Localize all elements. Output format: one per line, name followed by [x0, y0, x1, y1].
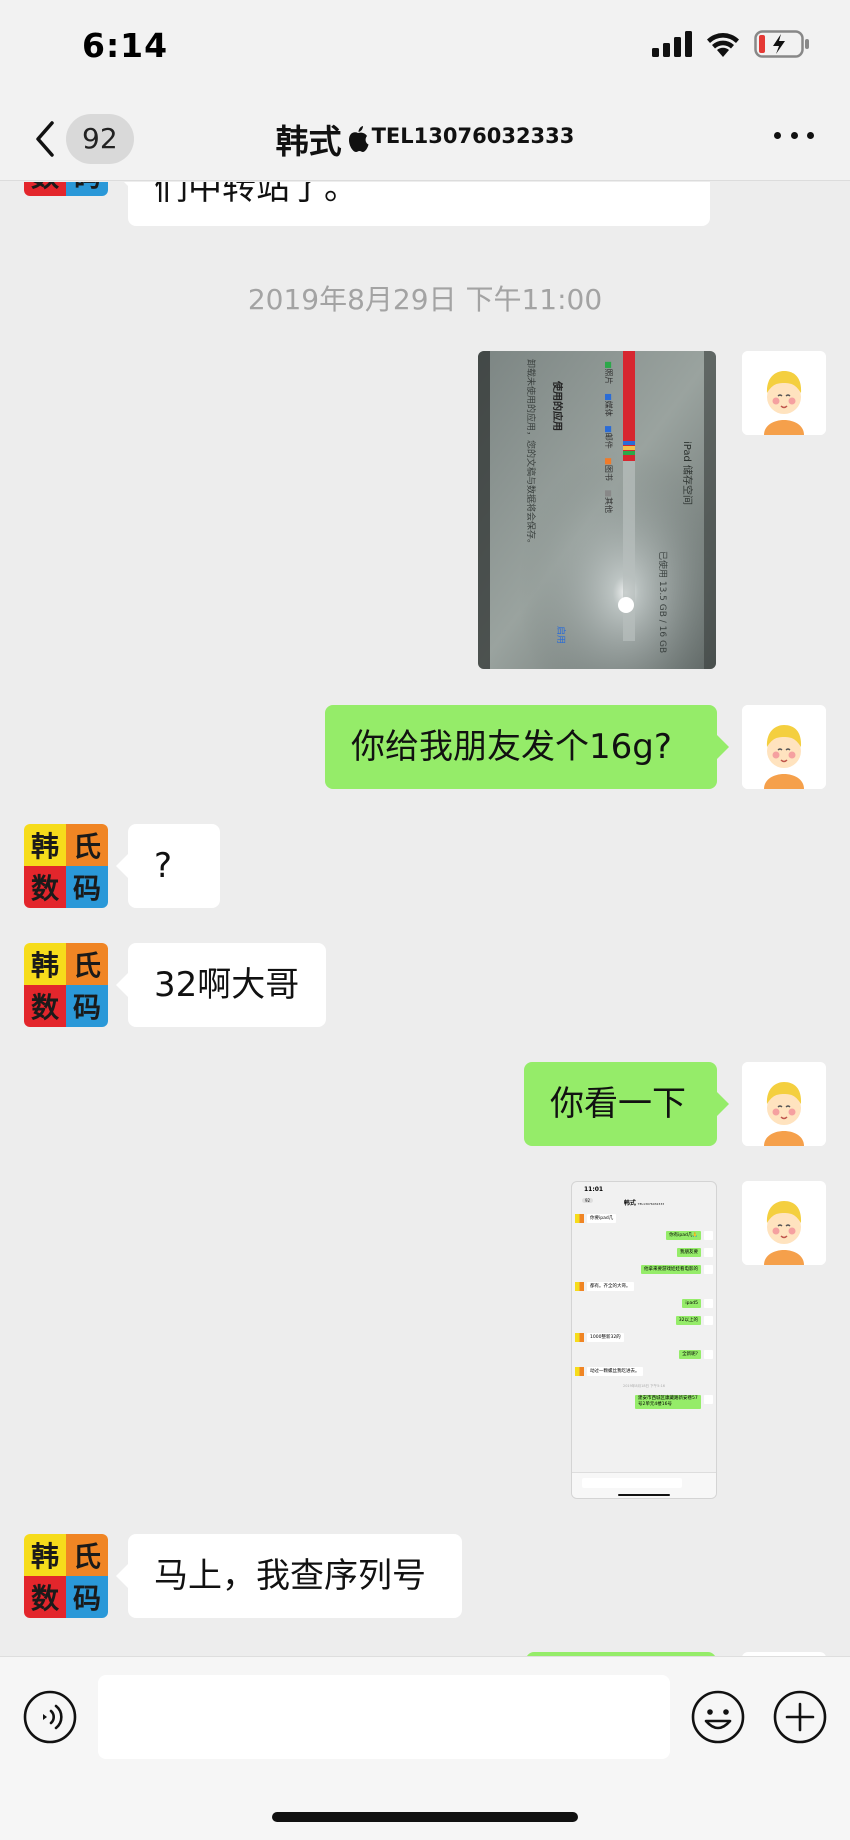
status-icons: [652, 30, 810, 58]
screenshot-row-text: 我朋友要: [677, 1248, 701, 1257]
screenshot-my-avatar: [704, 1350, 713, 1359]
screenshot-tel: TEL13076032333: [637, 1202, 665, 1206]
screenshot-row-text: 1000整新32的: [587, 1333, 624, 1342]
emoji-icon[interactable]: [690, 1689, 746, 1745]
message-text: 32啊大哥: [154, 965, 300, 1005]
photo-text: iPad 储存空间: [681, 441, 694, 505]
message-bubble-incoming[interactable]: 32啊大哥: [116, 943, 326, 1027]
hanshi-logo-icon: 韩 氏 数 码: [24, 824, 108, 908]
status-bar: 6:14: [0, 0, 850, 95]
message-text: ?: [154, 846, 173, 886]
screenshot-my-avatar: [704, 1248, 713, 1257]
voice-input-icon[interactable]: [22, 1689, 78, 1745]
screenshot-my-avatar: [704, 1265, 713, 1274]
contact-avatar[interactable]: 韩 氏 数 码: [24, 824, 108, 908]
chat-timestamp: 2019年8月29日 下午11:00: [247, 283, 603, 316]
screenshot-row-text: 你要ipad几: [587, 1214, 617, 1223]
screenshot-row-text: 他拿来要游戏娃娃看电影的: [641, 1265, 701, 1274]
message-bubble-incoming[interactable]: ?: [116, 824, 220, 908]
screenshot-message[interactable]: 11:01 92 韩式 TEL13076032333 你要ipad几你有ipad…: [571, 1181, 717, 1499]
contact-tel: TEL13076032333: [371, 124, 575, 148]
screenshot-my-avatar: [704, 1299, 713, 1308]
screenshot-my-avatar: [704, 1395, 713, 1404]
my-avatar[interactable]: [742, 1062, 826, 1146]
screenshot-row-text: 建安市西城区康藏路新安巷57号2单元4楼16号: [635, 1395, 701, 1409]
message-text-field[interactable]: [98, 1675, 670, 1759]
hanshi-logo-icon: 韩 氏 数 码: [24, 1534, 108, 1618]
svg-text:■照片 ■媒体: ■照片 ■媒体 ■邮件 ■图书 ■其他: [604, 361, 614, 513]
screenshot-thumbnail: 11:01 92 韩式 TEL13076032333 你要ipad几你有ipad…: [572, 1182, 716, 1498]
hanshi-logo-icon: 韩 氏 数 码: [24, 182, 108, 196]
cartoon-boy-avatar-icon: [742, 1062, 826, 1146]
my-avatar[interactable]: [742, 1181, 826, 1265]
plus-icon[interactable]: [772, 1689, 828, 1745]
screenshot-header: 92 韩式 TEL13076032333: [572, 1198, 716, 1212]
my-avatar[interactable]: [742, 351, 826, 435]
screenshot-row-text: 全新呢?: [679, 1350, 701, 1359]
screenshot-row-text: 32以上的: [675, 1316, 701, 1325]
screenshot-contact-avatar: [575, 1367, 584, 1376]
more-dot-icon: [807, 131, 814, 139]
screenshot-row-text: 你有ipad几🙏: [666, 1231, 701, 1240]
svg-text:启用: 启用: [555, 626, 567, 644]
more-dot-icon: [774, 131, 781, 139]
message-bubble-incoming[interactable]: 们中转站了。: [116, 182, 710, 226]
screenshot-my-avatar: [704, 1316, 713, 1325]
svg-text:已使用 13.5 GB / 16 GB: 已使用 13.5 GB / 16 GB: [657, 551, 669, 653]
screenshot-row-text: ipad5: [682, 1299, 701, 1308]
contact-avatar[interactable]: 韩 氏 数 码: [24, 1534, 108, 1618]
message-text: 们中转站了。: [154, 182, 358, 208]
screenshot-my-avatar: [704, 1231, 713, 1240]
photo-message[interactable]: iPad 储存空间 已使用 13.5 GB / 16 GB ■照片 ■媒体 ■邮…: [478, 351, 716, 669]
message-bubble-incoming[interactable]: 马上，我查序列号: [116, 1534, 462, 1618]
contact-name: 韩式: [275, 122, 342, 161]
message-bubble-outgoing[interactable]: 你看一下: [524, 1062, 729, 1146]
chat-header: 92 韩式 TEL13076032333: [0, 95, 850, 181]
cartoon-boy-avatar-icon: [742, 705, 826, 789]
chat-screen: 6:14 92 韩式 TEL13076032333 们中转站了。 2019年8月…: [0, 0, 850, 1840]
screenshot-contact-avatar: [575, 1282, 584, 1291]
ipad-storage-photo: iPad 储存空间 已使用 13.5 GB / 16 GB ■照片 ■媒体 ■邮…: [478, 351, 716, 669]
screenshot-badge: 92: [582, 1198, 594, 1203]
more-options-button[interactable]: [774, 129, 814, 141]
screenshot-row-text: 2019年8月18日 下午5:16: [622, 1384, 666, 1388]
contact-avatar[interactable]: 韩 氏 数 码: [24, 182, 108, 196]
cartoon-boy-avatar-icon: [742, 1181, 826, 1265]
more-dot-icon: [790, 131, 798, 139]
screenshot-title: 韩式: [623, 1200, 636, 1207]
cartoon-boy-avatar-icon: [742, 351, 826, 435]
screenshot-row-text: 都有。齐全的大哥。: [587, 1282, 634, 1291]
svg-text:卸载未使用的应用，您的文稿与数据将会保存。: 卸载未使用的应用，您的文稿与数据将会保存。: [525, 359, 537, 548]
message-bubble-outgoing[interactable]: 你给我朋友发个16g?: [325, 705, 729, 789]
screenshot-row-text: 动过一颗螺丝我吃进去。: [587, 1367, 643, 1376]
svg-text:使用的应用: 使用的应用: [551, 380, 564, 431]
screenshot-row: 2019年8月18日 下午5:16: [572, 1384, 716, 1389]
svg-text:iPad 储存空间: iPad 储存空间: [681, 441, 694, 505]
message-list[interactable]: 韩 氏 数 码 们中转站了。 2019年8月29日 下午11:00: [0, 182, 850, 1656]
hanshi-logo-icon: 韩 氏 数 码: [24, 943, 108, 1027]
message-text: 马上，我查序列号: [154, 1556, 426, 1596]
contact-avatar[interactable]: 韩 氏 数 码: [24, 943, 108, 1027]
wifi-icon: [707, 33, 739, 57]
apple-logo-icon: [348, 126, 369, 152]
battery-charging-icon: [754, 30, 809, 58]
contact-title: 韩式 TEL13076032333: [0, 115, 850, 163]
screenshot-contact-avatar: [575, 1333, 584, 1342]
message-text: 你看一下: [550, 1084, 686, 1124]
screenshot-time: 11:01: [584, 1186, 604, 1193]
status-time: 6:14: [82, 26, 169, 65]
my-avatar[interactable]: [742, 705, 826, 789]
screenshot-input-bar: [572, 1472, 716, 1498]
message-text: 你给我朋友发个16g?: [351, 727, 672, 767]
signal-icon: [652, 31, 692, 57]
screenshot-contact-avatar: [575, 1214, 584, 1223]
home-indicator: [272, 1812, 578, 1822]
